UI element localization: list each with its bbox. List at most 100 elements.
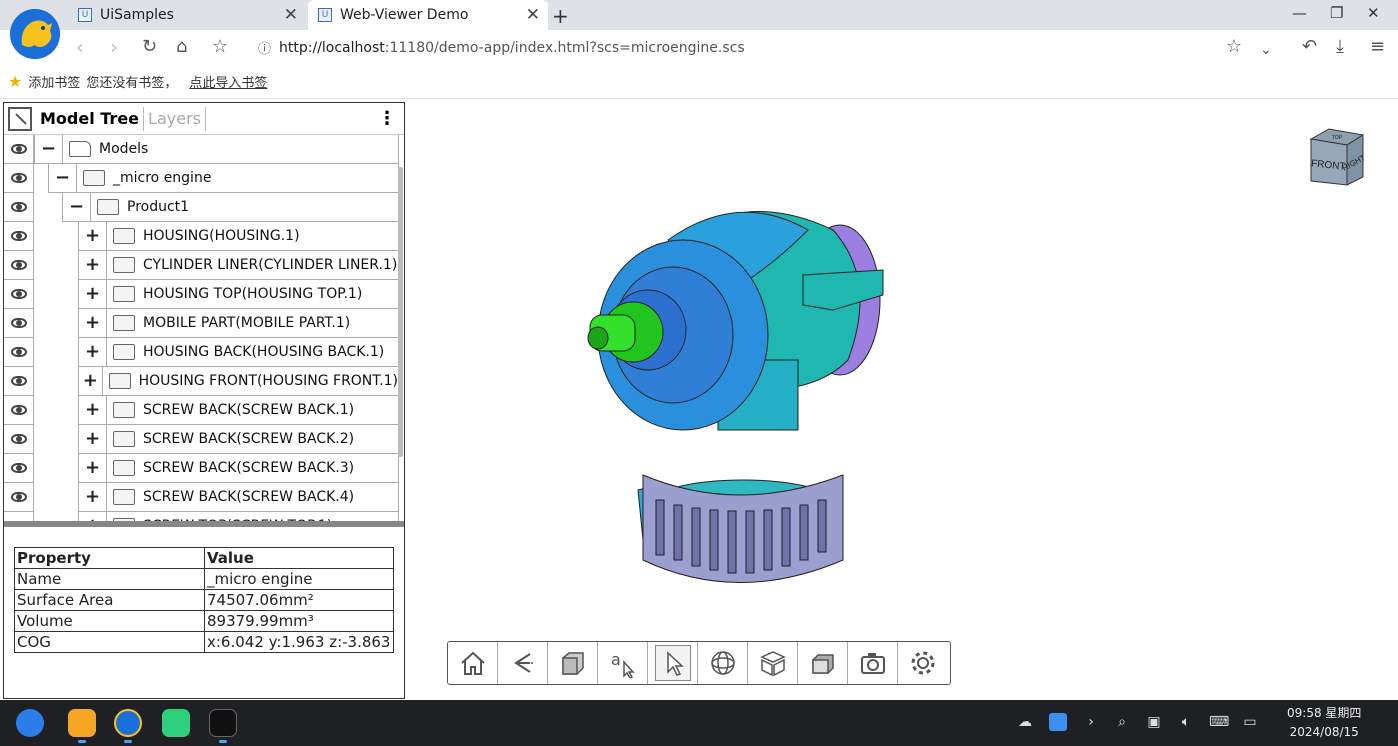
forward-icon[interactable]: ›	[110, 36, 118, 58]
visibility-eye-icon[interactable]	[4, 454, 34, 483]
cloud-icon[interactable]: ☁	[1016, 713, 1034, 731]
clock[interactable]: 09:58 星期四 2024/08/15	[1287, 704, 1361, 742]
visibility-eye-icon[interactable]	[4, 367, 34, 396]
tab-web-viewer-demo[interactable]: U Web-Viewer Demo ✕	[308, 0, 548, 30]
launcher-icon[interactable]	[16, 709, 44, 737]
collapse-icon[interactable]: −	[49, 164, 77, 192]
visibility-eye-icon[interactable]	[4, 309, 34, 338]
settings-button[interactable]	[898, 642, 948, 684]
download-icon[interactable]: ⤓	[1336, 36, 1344, 58]
expand-icon[interactable]: +	[79, 454, 107, 482]
orbit-button[interactable]	[698, 642, 748, 684]
bookmark-star-icon[interactable]: ☆	[212, 36, 228, 58]
3d-viewport[interactable]: FRONT RIGHT TOP a	[408, 100, 1398, 700]
back-icon[interactable]: ‹	[76, 36, 84, 58]
tree-row[interactable]: + HOUSING BACK(HOUSING BACK.1)	[4, 338, 399, 367]
reload-icon[interactable]: ↻	[142, 36, 157, 58]
tree-row[interactable]: + SCREW BACK(SCREW BACK.2)	[4, 425, 399, 454]
add-bookmark-link[interactable]: 添加书签	[28, 72, 80, 91]
redline-note-button[interactable]: a	[598, 642, 648, 684]
micro-engine-model[interactable]	[578, 160, 888, 590]
chevron-down-icon[interactable]: ⌄	[1260, 39, 1272, 61]
visibility-eye-icon[interactable]	[4, 164, 34, 193]
tab-layers[interactable]: Layers	[144, 106, 206, 131]
home-button[interactable]	[448, 642, 498, 684]
notification-icon[interactable]: ▭	[1241, 713, 1259, 731]
tree-row[interactable]: + HOUSING FRONT(HOUSING FRONT.1)	[4, 367, 399, 396]
tree-row[interactable]: + MOBILE PART(MOBILE PART.1)	[4, 309, 399, 338]
browser-app-icon[interactable]	[114, 709, 142, 737]
visibility-eye-icon[interactable]	[4, 338, 34, 367]
expand-icon[interactable]: +	[79, 483, 107, 511]
tree-row[interactable]: + HOUSING TOP(HOUSING TOP.1)	[4, 280, 399, 309]
close-tab-icon[interactable]: ✕	[284, 5, 298, 25]
tree-row[interactable]: + SCREW BACK(SCREW BACK.4)	[4, 483, 399, 512]
tree-node[interactable]: − Models	[34, 135, 399, 164]
app-store-icon[interactable]	[68, 709, 96, 737]
expand-icon[interactable]: +	[79, 280, 107, 308]
url-field[interactable]: ⓘ http://localhost:11180/demo-app/index.…	[258, 38, 745, 58]
tree-row[interactable]: + CYLINDER LINER(CYLINDER LINER.1)	[4, 251, 399, 280]
keyboard-icon[interactable]: ⌨	[1209, 713, 1229, 731]
expand-icon[interactable]: +	[79, 222, 107, 250]
tab-uisamples[interactable]: U UiSamples ✕	[78, 0, 306, 30]
snapshot-button[interactable]	[848, 642, 898, 684]
expand-icon[interactable]: +	[79, 367, 103, 395]
tree-scrollbar[interactable]	[398, 167, 403, 457]
close-window-icon[interactable]: ✕	[1367, 4, 1380, 22]
navigation-cube[interactable]: FRONT RIGHT TOP	[1307, 127, 1367, 187]
visibility-eye-icon[interactable]	[4, 512, 34, 521]
menu-icon[interactable]: ≡	[1370, 36, 1385, 58]
undo-icon[interactable]: ↶	[1302, 36, 1317, 58]
tree-node[interactable]: + SCREW TOP(SCREW TOP.1)	[78, 512, 399, 521]
tab-model-tree[interactable]: Model Tree	[36, 106, 145, 131]
favorite-star-icon[interactable]: ☆	[1226, 36, 1242, 58]
tree-node[interactable]: + SCREW BACK(SCREW BACK.1)	[78, 396, 399, 425]
tree-node[interactable]: + HOUSING FRONT(HOUSING FRONT.1)	[78, 367, 399, 396]
home-icon[interactable]: ⌂	[176, 36, 187, 58]
tree-row[interactable]: − _micro engine	[4, 164, 399, 193]
tree-node[interactable]: + MOBILE PART(MOBILE PART.1)	[78, 309, 399, 338]
close-tab-icon[interactable]: ✕	[526, 5, 540, 25]
expand-icon[interactable]: +	[79, 309, 107, 337]
expand-icon[interactable]: +	[79, 425, 107, 453]
expand-icon[interactable]: +	[79, 396, 107, 424]
app-tray-icon[interactable]	[1049, 713, 1067, 731]
import-bookmarks-link[interactable]: 点此导入书签	[189, 72, 267, 91]
draw-mode-button[interactable]	[798, 642, 848, 684]
tree-node[interactable]: − _micro engine	[48, 164, 399, 193]
tree-node[interactable]: + HOUSING(HOUSING.1)	[78, 222, 399, 251]
navcube-top-label[interactable]: TOP	[1332, 135, 1343, 141]
expand-icon[interactable]: +	[79, 512, 107, 521]
tree-row[interactable]: + HOUSING(HOUSING.1)	[4, 222, 399, 251]
tree-row[interactable]: + SCREW BACK(SCREW BACK.3)	[4, 454, 399, 483]
tree-row[interactable]: − Models	[4, 135, 399, 164]
visibility-eye-icon[interactable]	[4, 280, 34, 309]
explode-button[interactable]	[748, 642, 798, 684]
minimize-window-icon[interactable]: —	[1292, 4, 1307, 22]
chat-app-icon[interactable]	[162, 709, 190, 737]
tree-node[interactable]: + HOUSING TOP(HOUSING TOP.1)	[78, 280, 399, 309]
visibility-eye-icon[interactable]	[4, 135, 34, 164]
visibility-eye-icon[interactable]	[4, 483, 34, 512]
tree-node[interactable]: + CYLINDER LINER(CYLINDER LINER.1)	[78, 251, 399, 280]
tree-node[interactable]: − Product1	[62, 193, 399, 222]
restore-window-icon[interactable]: ❐	[1330, 4, 1343, 22]
visibility-eye-icon[interactable]	[4, 251, 34, 280]
chevron-right-icon[interactable]: ›	[1082, 713, 1100, 731]
tree-node[interactable]: + SCREW BACK(SCREW BACK.4)	[78, 483, 399, 512]
new-tab-button[interactable]: +	[552, 4, 569, 28]
tree-node[interactable]: + SCREW BACK(SCREW BACK.2)	[78, 425, 399, 454]
visibility-eye-icon[interactable]	[4, 193, 34, 222]
terminal-icon[interactable]	[209, 709, 237, 737]
tree-node[interactable]: + HOUSING BACK(HOUSING BACK.1)	[78, 338, 399, 367]
tree-row[interactable]: − Product1	[4, 193, 399, 222]
tree-row[interactable]: + SCREW TOP(SCREW TOP.1)	[4, 512, 399, 521]
tree-node[interactable]: + SCREW BACK(SCREW BACK.3)	[78, 454, 399, 483]
visibility-eye-icon[interactable]	[4, 222, 34, 251]
view-orientation-button[interactable]	[548, 642, 598, 684]
search-icon[interactable]: ⌕	[1113, 713, 1131, 731]
network-icon[interactable]: ▣	[1145, 713, 1163, 731]
collapse-icon[interactable]: −	[63, 193, 91, 221]
collapse-icon[interactable]: −	[35, 135, 63, 163]
